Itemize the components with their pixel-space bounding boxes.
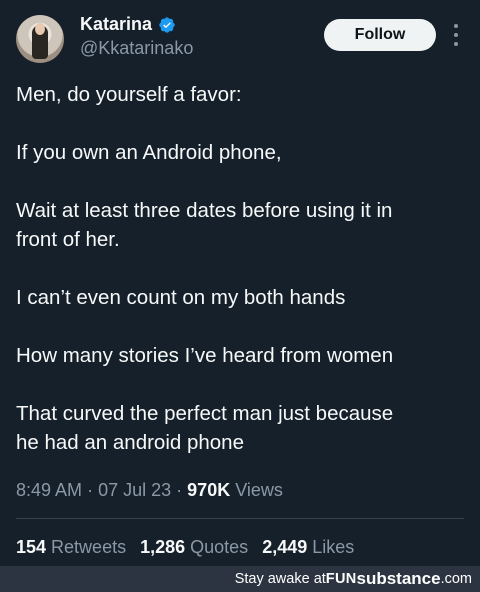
tweet-line: If you own an Android phone,: [16, 141, 282, 164]
tweet-line: Men, do yourself a favor:: [16, 83, 242, 106]
views-count: 970K: [187, 480, 231, 500]
retweets-count: 154: [16, 537, 47, 557]
more-dot: [454, 24, 458, 28]
more-dot: [454, 33, 458, 37]
user-name[interactable]: Katarina: [80, 14, 152, 35]
tweet-line: How many stories I’ve heard from women: [16, 344, 394, 367]
views-label: Views: [235, 480, 283, 500]
watermark-brand-substance: substance: [356, 569, 441, 588]
retweets-label: Retweets: [51, 537, 127, 557]
avatar-face: [35, 23, 45, 35]
quotes-label: Quotes: [190, 537, 249, 557]
tweet-header: Katarina @Kkatarinako Follow: [0, 0, 480, 74]
likes-count: 2,449: [262, 537, 308, 557]
meta-separator: ·: [176, 480, 183, 500]
follow-button[interactable]: Follow: [324, 19, 436, 51]
name-row: Katarina: [80, 14, 176, 35]
meta-separator: ·: [87, 480, 94, 500]
divider: [16, 518, 464, 519]
more-vertical-icon[interactable]: [448, 24, 464, 46]
more-dot: [454, 42, 458, 46]
watermark-brand-tld: .com: [440, 571, 472, 587]
tweet-time[interactable]: 8:49 AM: [16, 480, 82, 500]
verified-badge-icon: [159, 16, 175, 33]
tweet-line: That curved the perfect man just because: [16, 402, 394, 425]
tweet-text: Men, do yourself a favor: If you own an …: [16, 80, 466, 457]
likes-label: Likes: [312, 537, 355, 557]
quotes-count: 1,286: [140, 537, 186, 557]
tweet-stats: 154 Retweets 1,286 Quotes 2,449 Likes: [16, 537, 354, 558]
tweet-meta: 8:49 AM · 07 Jul 23 · 970K Views: [16, 480, 283, 501]
user-handle[interactable]: @Kkatarinako: [80, 38, 193, 59]
likes-stat[interactable]: 2,449 Likes: [262, 537, 354, 558]
watermark-brand-fun: FUN: [325, 571, 357, 587]
retweets-stat[interactable]: 154 Retweets: [16, 537, 126, 558]
tweet-line: I can’t even count on my both hands: [16, 286, 346, 309]
tweet-line: Wait at least three dates before using i…: [16, 199, 393, 222]
watermark-banner: Stay awake at FUN substance .com: [0, 566, 480, 592]
tweet-date[interactable]: 07 Jul 23: [98, 480, 171, 500]
watermark-prefix: Stay awake at: [234, 571, 326, 587]
tweet-line: front of her.: [16, 228, 120, 251]
tweet-line: he had an android phone: [16, 431, 244, 454]
avatar[interactable]: [16, 15, 64, 63]
quotes-stat[interactable]: 1,286 Quotes: [140, 537, 248, 558]
